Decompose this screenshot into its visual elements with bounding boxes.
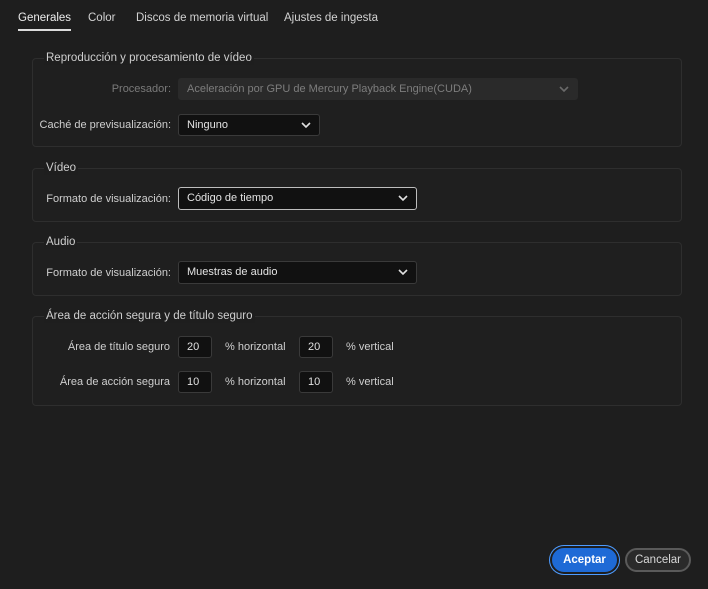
tab-generales[interactable]: Generales [18,9,72,31]
action-safe-vertical-unit: % vertical [346,376,394,388]
tab-scratch-disks[interactable]: Discos de memoria virtual [136,9,268,29]
action-safe-horizontal-unit: % horizontal [225,376,286,388]
project-settings-dialog: Generales Color Discos de memoria virtua… [0,0,708,589]
video-format-dropdown[interactable]: Código de tiempo [178,187,417,210]
chevron-down-icon [398,269,408,276]
audio-format-label: Formato de visualización: [46,267,171,279]
chevron-down-icon [398,195,408,202]
playback-rendering-title: Reproducción y procesamiento de vídeo [44,51,254,65]
title-safe-horizontal-unit: % horizontal [225,341,286,353]
action-safe-label: Área de acción segura [59,376,170,388]
preview-cache-value: Ninguno [187,119,228,131]
title-safe-label: Área de título seguro [67,341,170,353]
video-format-label: Formato de visualización: [46,193,171,205]
audio-format-value: Muestras de audio [187,266,278,278]
tab-ingest-settings[interactable]: Ajustes de ingesta [284,9,378,29]
chevron-down-icon [559,86,569,93]
chevron-down-icon [301,122,311,129]
processor-label: Procesador: [111,83,171,95]
preview-cache-dropdown[interactable]: Ninguno [178,114,320,136]
tab-color[interactable]: Color [88,9,115,29]
preview-cache-label: Caché de previsualización: [39,119,171,131]
title-safe-vertical-input[interactable]: 20 [299,336,333,358]
audio-format-dropdown[interactable]: Muestras de audio [178,261,417,284]
action-safe-vertical-input[interactable]: 10 [299,371,333,393]
processor-value: Aceleración por GPU de Mercury Playback … [187,83,472,95]
safe-margins-title: Área de acción segura y de título seguro [44,309,255,323]
cancel-button[interactable]: Cancelar [625,548,691,572]
action-safe-horizontal-input[interactable]: 10 [178,371,212,393]
processor-dropdown: Aceleración por GPU de Mercury Playback … [178,78,578,100]
video-group-title: Vídeo [44,161,79,175]
title-safe-horizontal-input[interactable]: 20 [178,336,212,358]
video-format-value: Código de tiempo [187,192,274,204]
audio-group-title: Audio [44,235,78,249]
ok-button[interactable]: Aceptar [552,548,617,572]
title-safe-vertical-unit: % vertical [346,341,394,353]
